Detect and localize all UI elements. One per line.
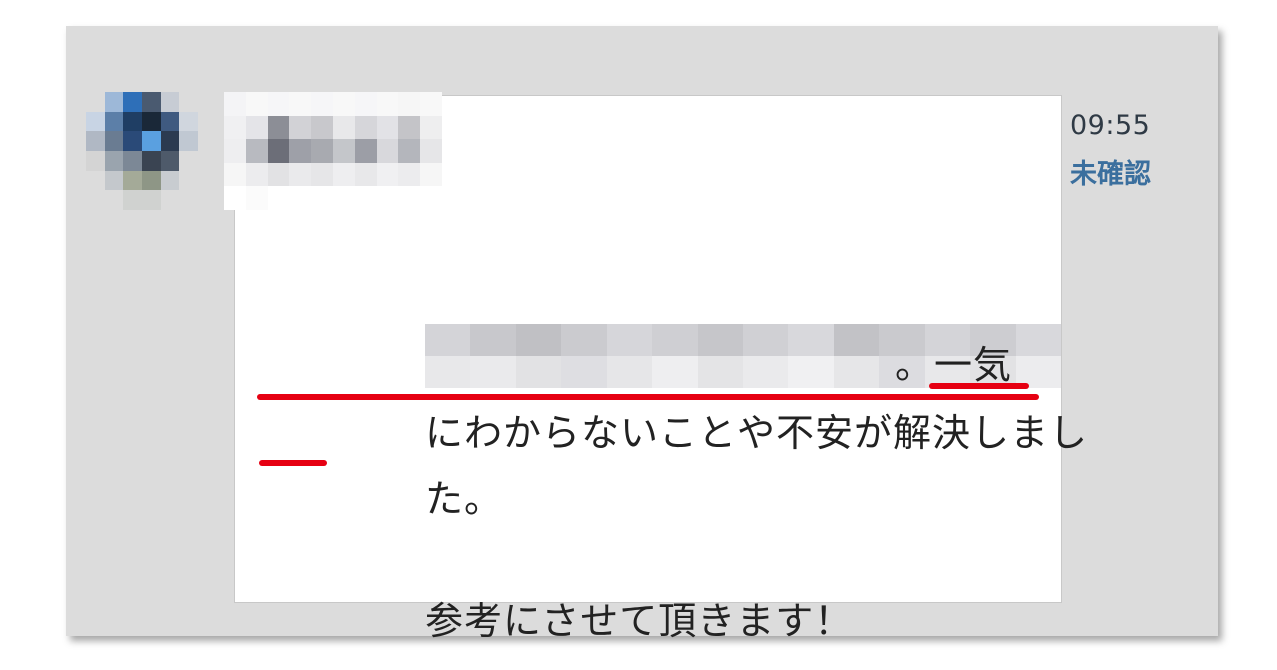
highlight-underline-3 [259, 460, 327, 466]
sender-name-redacted [224, 92, 442, 210]
read-status: 未確認 [1070, 159, 1151, 190]
chat-panel: 。一気 にわからないことや不安が解決しまし た。 参考にさせて頂きます！ 09:… [66, 26, 1218, 643]
message-time: 09:55 [1070, 110, 1151, 141]
message-line-2: にわからないことや不安が解決しまし [425, 411, 1089, 455]
highlight-underline-1 [929, 383, 1029, 389]
message-line-3: た。 [425, 477, 504, 521]
message-line-1-tail: 。一気 [895, 343, 1013, 387]
avatar[interactable] [86, 92, 198, 210]
message-line-4: 参考にさせて頂きます！ [425, 599, 854, 643]
highlight-underline-2 [257, 394, 1039, 400]
